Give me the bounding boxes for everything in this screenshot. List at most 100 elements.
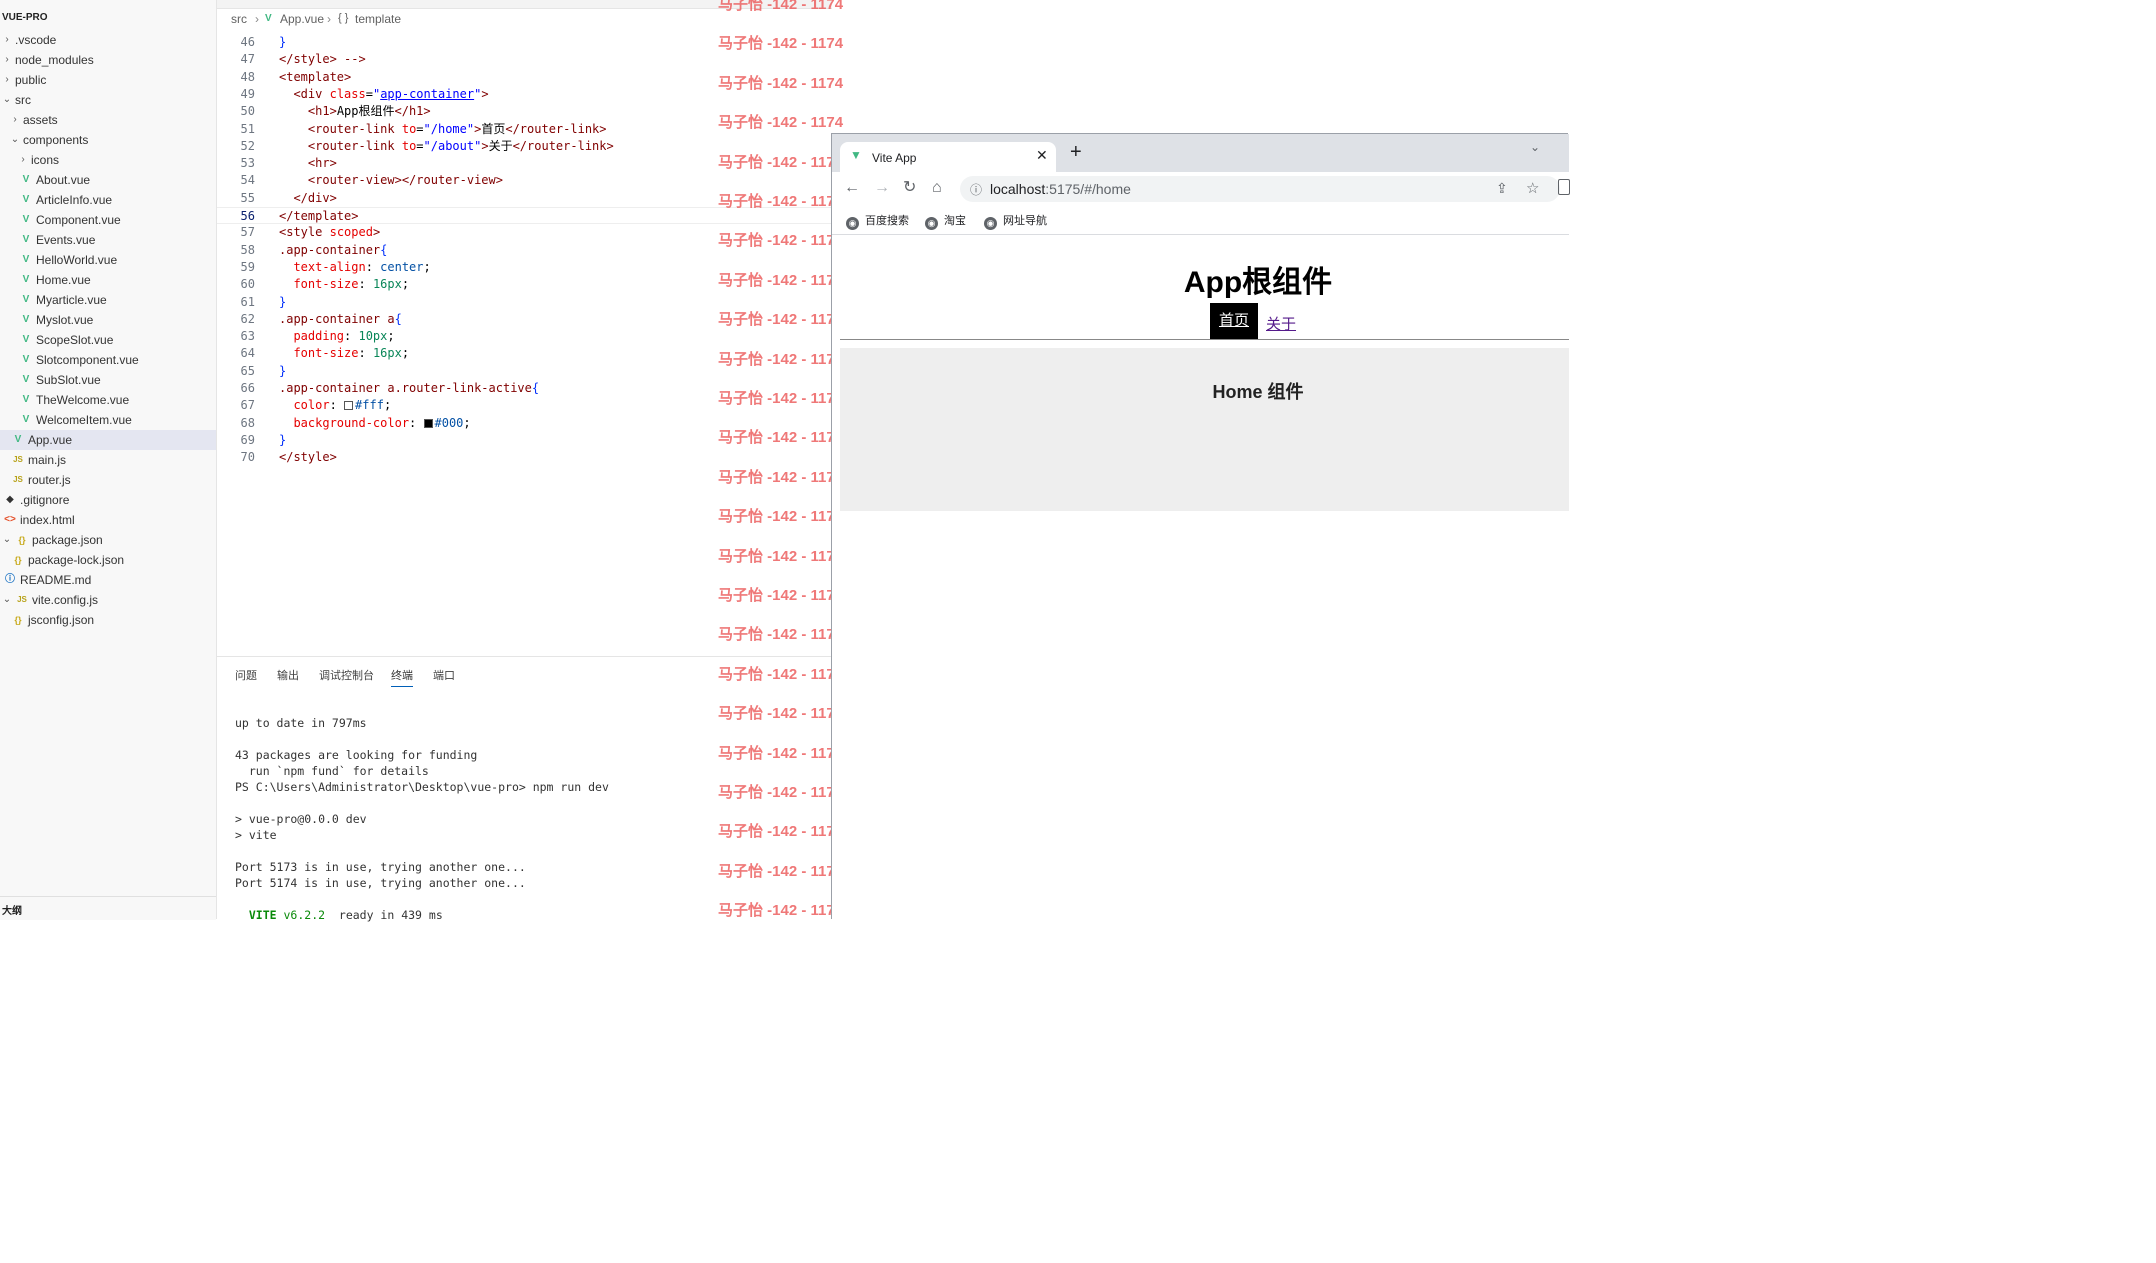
code-line[interactable]: 49 <div class="app-container"> bbox=[217, 86, 832, 103]
file-item[interactable]: ⓘ README.md bbox=[0, 570, 216, 590]
file-item[interactable]: ⌄ JS vite.config.js bbox=[0, 590, 216, 610]
code-line[interactable]: 69} bbox=[217, 432, 832, 449]
breadcrumb-file[interactable]: App.vue bbox=[280, 12, 324, 26]
tree-item-label: SubSlot.vue bbox=[36, 373, 101, 387]
code-line[interactable]: 61} bbox=[217, 294, 832, 311]
file-item[interactable]: JS router.js bbox=[0, 470, 216, 490]
bookmark-item[interactable]: ◉ 淘宝 bbox=[925, 212, 966, 230]
file-item[interactable]: V HelloWorld.vue bbox=[0, 250, 216, 270]
code-line[interactable]: 58 .app-container{ bbox=[217, 242, 832, 259]
code-line[interactable]: 68 background-color: #000; bbox=[217, 415, 832, 432]
file-item[interactable]: V App.vue bbox=[0, 430, 216, 450]
code-line[interactable]: 64 font-size: 16px; bbox=[217, 345, 832, 362]
chevron-right-icon[interactable]: › bbox=[18, 150, 28, 170]
file-item[interactable]: V Myarticle.vue bbox=[0, 290, 216, 310]
panel-tab[interactable]: 输出 bbox=[277, 667, 299, 683]
chevron-down-icon[interactable]: ⌄ bbox=[2, 590, 12, 610]
file-item[interactable]: ⌄ {} package.json bbox=[0, 530, 216, 550]
file-item[interactable]: {} package-lock.json bbox=[0, 550, 216, 570]
code-line[interactable]: 60 font-size: 16px; bbox=[217, 276, 832, 293]
folder-item[interactable]: ⌄ src bbox=[0, 90, 216, 110]
chevron-right-icon[interactable]: › bbox=[10, 110, 20, 130]
chevron-right-icon[interactable]: › bbox=[2, 50, 12, 70]
browser-tab[interactable]: ▼ Vite App ✕ bbox=[840, 142, 1056, 172]
chevron-down-icon[interactable]: ⌄ bbox=[2, 90, 12, 110]
file-item[interactable]: V Events.vue bbox=[0, 230, 216, 250]
code-line[interactable]: 56 </template> bbox=[217, 207, 832, 224]
tree-item-label: package-lock.json bbox=[28, 553, 125, 567]
line-number: 58 bbox=[240, 242, 255, 257]
chevron-down-icon[interactable]: ⌄ bbox=[10, 130, 20, 150]
file-item[interactable]: ◆ .gitignore bbox=[0, 490, 216, 510]
file-item[interactable]: V Myslot.vue bbox=[0, 310, 216, 330]
code-token: .app-container a.router-link-active bbox=[279, 381, 532, 395]
info-icon[interactable]: ⓘ bbox=[970, 181, 982, 198]
code-line[interactable]: 67 color: #fff; bbox=[217, 397, 832, 414]
folder-item[interactable]: › .vscode bbox=[0, 30, 216, 50]
folder-item[interactable]: › assets bbox=[0, 110, 216, 130]
bookmark-item[interactable]: ◉ 网址导航 bbox=[984, 212, 1047, 230]
file-item[interactable]: <> index.html bbox=[0, 510, 216, 530]
folder-item[interactable]: ⌄ components bbox=[0, 130, 216, 150]
file-item[interactable]: V SubSlot.vue bbox=[0, 370, 216, 390]
breadcrumb-symbol[interactable]: template bbox=[355, 12, 401, 26]
panel-tab[interactable]: 终端 bbox=[391, 667, 413, 687]
code-line[interactable]: 54 <router-view></router-view> bbox=[217, 172, 832, 189]
panel-tab[interactable]: 问题 bbox=[235, 667, 257, 683]
address-bar[interactable]: ⓘ localhost:5175/#/home ⇪ ☆ bbox=[960, 176, 1570, 202]
code-line[interactable]: 48 <template> bbox=[217, 69, 832, 86]
bookmark-item[interactable]: ◉ 百度搜索 bbox=[846, 212, 909, 230]
code-line[interactable]: 59 text-align: center; bbox=[217, 259, 832, 276]
outline-section[interactable]: 大纲 bbox=[0, 896, 216, 920]
home-icon[interactable]: ⌂ bbox=[932, 179, 942, 197]
breadcrumb-src[interactable]: src bbox=[231, 12, 247, 26]
chevron-right-icon[interactable]: › bbox=[2, 70, 12, 90]
star-icon[interactable]: ☆ bbox=[1526, 179, 1539, 197]
code-line[interactable]: 63 padding: 10px; bbox=[217, 328, 832, 345]
chevron-down-icon[interactable]: ⌄ bbox=[1530, 140, 1540, 154]
file-item[interactable]: V WelcomeItem.vue bbox=[0, 410, 216, 430]
code-line[interactable]: 57 <style scoped> bbox=[217, 224, 832, 241]
reload-icon[interactable]: ↻ bbox=[903, 179, 916, 197]
forward-arrow-icon[interactable]: → bbox=[874, 179, 890, 197]
new-tab-icon[interactable]: + bbox=[1070, 142, 1082, 162]
file-item[interactable]: V ArticleInfo.vue bbox=[0, 190, 216, 210]
code-line[interactable]: 65} bbox=[217, 363, 832, 380]
file-item[interactable]: V Component.vue bbox=[0, 210, 216, 230]
nav-link-about[interactable]: 关于 bbox=[1266, 313, 1296, 334]
code-line[interactable]: 62 .app-container a{ bbox=[217, 311, 832, 328]
file-item[interactable]: V TheWelcome.vue bbox=[0, 390, 216, 410]
file-item[interactable]: JS main.js bbox=[0, 450, 216, 470]
folder-item[interactable]: › icons bbox=[0, 150, 216, 170]
panel-tab[interactable]: 调试控制台 bbox=[319, 667, 374, 683]
chevron-down-icon[interactable]: ⌄ bbox=[2, 530, 12, 550]
side-panel-icon[interactable] bbox=[1558, 179, 1570, 195]
file-item[interactable]: V Home.vue bbox=[0, 270, 216, 290]
back-arrow-icon[interactable]: ← bbox=[844, 179, 860, 197]
terminal-line: Port 5173 is in use, trying another one.… bbox=[235, 860, 526, 874]
file-item[interactable]: {} jsconfig.json bbox=[0, 610, 216, 630]
file-item[interactable]: V Slotcomponent.vue bbox=[0, 350, 216, 370]
close-icon[interactable]: ✕ bbox=[1036, 147, 1048, 164]
folder-item[interactable]: › public bbox=[0, 70, 216, 90]
code-line[interactable]: 51 <router-link to="/home">首页</router-li… bbox=[217, 121, 832, 138]
file-item[interactable]: V About.vue bbox=[0, 170, 216, 190]
code-line[interactable]: 53 <hr> bbox=[217, 155, 832, 172]
code-editor[interactable]: 46} 47 </style> --> 48 <template> 49 <div cla… bbox=[217, 30, 832, 655]
code-line[interactable]: 52 <router-link to="/about">关于</router-l… bbox=[217, 138, 832, 155]
code-line[interactable]: 47 </style> --> bbox=[217, 51, 832, 68]
chevron-right-icon[interactable]: › bbox=[2, 30, 12, 50]
code-line[interactable]: 66 .app-container a.router-link-active{ bbox=[217, 380, 832, 397]
panel-tab[interactable]: 端口 bbox=[433, 667, 455, 683]
code-line[interactable]: 55 </div> bbox=[217, 190, 832, 207]
share-icon[interactable]: ⇪ bbox=[1496, 180, 1508, 197]
color-swatch-icon[interactable] bbox=[344, 401, 354, 411]
code-line[interactable]: 46} bbox=[217, 34, 832, 51]
folder-item[interactable]: › node_modules bbox=[0, 50, 216, 70]
color-swatch-icon[interactable] bbox=[423, 418, 433, 428]
nav-link-home[interactable]: 首页 bbox=[1210, 303, 1258, 339]
code-line[interactable]: 70 </style> bbox=[217, 449, 832, 466]
file-item[interactable]: V ScopeSlot.vue bbox=[0, 330, 216, 350]
code-line[interactable]: 50 <h1>App根组件</h1> bbox=[217, 103, 832, 120]
